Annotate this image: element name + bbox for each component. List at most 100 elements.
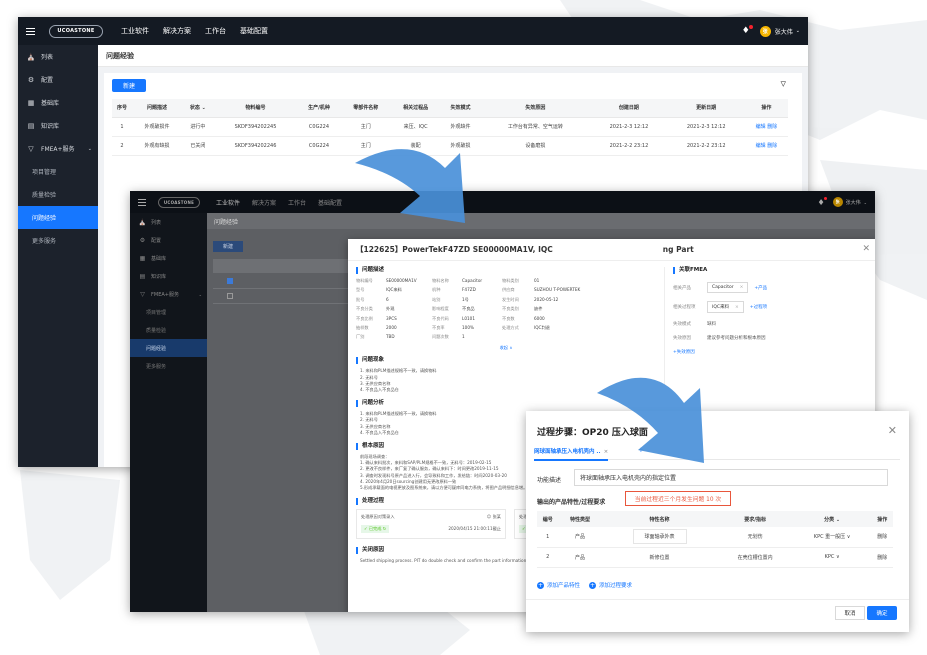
field-label: 影响程度: [432, 306, 449, 312]
sidebar-item-knowledge[interactable]: ▤ 知识库: [130, 267, 207, 285]
checkbox[interactable]: [227, 293, 233, 299]
status-badge: 进行中: [181, 117, 214, 137]
nav-item-solutions[interactable]: 解决方案: [163, 26, 191, 36]
sidebar-item-quality[interactable]: 质量检验: [130, 321, 207, 339]
product-tag[interactable]: Capacitor ×: [707, 282, 749, 293]
sidebar-item-list[interactable]: ⛪ 列表: [130, 213, 207, 231]
sidebar-item-experience[interactable]: 问题经验: [130, 339, 207, 357]
avatar[interactable]: 张: [759, 25, 771, 37]
issue-count-alert[interactable]: 当前过程近三个月发生问题 10 次: [625, 491, 731, 506]
user-name[interactable]: 张大伟: [775, 27, 793, 36]
field-value: 2000: [386, 324, 397, 330]
table-row[interactable]: 1 产品 球面轴承外表 无划伤 KPC 重一般压 ∨ 删除: [537, 527, 893, 548]
col-created: 创建日期: [590, 99, 668, 118]
delete-link[interactable]: 删除: [871, 547, 893, 568]
add-product-link[interactable]: +产品: [754, 285, 767, 291]
name-input[interactable]: 球面轴承外表: [632, 529, 687, 545]
field-label: 处理方式: [502, 324, 519, 330]
add-process-requirement[interactable]: + 添加过程要求: [589, 581, 632, 589]
add-product-characteristic[interactable]: + 添加产品特性: [537, 581, 580, 589]
doc-icon: ▤: [139, 272, 146, 280]
class-select[interactable]: KPC ∨: [792, 547, 872, 568]
menu-icon[interactable]: [138, 198, 146, 206]
delete-link[interactable]: 删除: [767, 124, 777, 130]
sidebar-item-more[interactable]: 更多服务: [18, 229, 98, 252]
process-tag[interactable]: IQC来料 ×: [707, 301, 744, 313]
delete-link[interactable]: 删除: [767, 143, 777, 149]
plus-icon: +: [589, 581, 597, 589]
process-card[interactable]: 处理原因对策录入 ☺ 张某 ✓ 已完成 ↻ 2020/04/15 21:00:11…: [356, 509, 506, 540]
field-label: 问题次数: [432, 334, 449, 340]
col-status[interactable]: 状态 ⌄: [181, 99, 214, 118]
col-process: 相关过程品: [390, 99, 441, 118]
checkbox[interactable]: [227, 278, 233, 284]
field-label: 供应商: [502, 287, 515, 293]
sidebar-item-config[interactable]: ⚙ 配置: [130, 231, 207, 249]
field-label: 型号: [356, 287, 365, 293]
gear-icon: ⚙: [27, 75, 35, 84]
field-value: 缺件: [534, 306, 543, 312]
class-select[interactable]: KPC 重一般压 ∨: [792, 527, 872, 548]
requirement-label: 输出的产品特性/过程要求: [537, 499, 606, 506]
brand-logo[interactable]: UCOASTONE: [49, 24, 103, 38]
field-value: 不良品: [462, 306, 475, 312]
new-button[interactable]: 新建: [112, 79, 146, 92]
nav-item-industrial-software[interactable]: 工业软件: [216, 198, 240, 207]
sidebar-item-config[interactable]: ⚙ 配置: [18, 68, 98, 91]
menu-icon[interactable]: [26, 27, 35, 35]
chevron-down-icon: ⌄: [87, 145, 92, 152]
chevron-down-icon[interactable]: ⌄: [796, 28, 800, 34]
add-cause-link[interactable]: +失效原因: [673, 349, 695, 355]
sidebar-item-project[interactable]: 项目管理: [130, 303, 207, 321]
sidebar-item-experience[interactable]: 问题经验: [18, 206, 98, 229]
fmea-cause-add-row: +失效原因: [673, 349, 869, 355]
bell-icon[interactable]: ♦: [742, 25, 753, 36]
col-desc: 问题描述: [131, 99, 182, 118]
nav-item-workbench[interactable]: 工作台: [205, 26, 226, 36]
nav-item-base-config[interactable]: 基础配置: [318, 198, 342, 207]
shield-icon: ▽: [28, 144, 34, 153]
col-no: 序号: [112, 99, 132, 118]
field-value: 1: [462, 334, 465, 340]
sidebar-item-fmea[interactable]: ▽ FMEA+服务 ⌄: [130, 285, 207, 303]
brand-logo[interactable]: UCOASTONE: [158, 196, 200, 208]
edit-link[interactable]: 编辑: [756, 124, 766, 130]
fmea-mode-row: 失效模式 缺料: [673, 322, 716, 327]
field-label: 批号: [356, 296, 365, 302]
sidebar-item-quality[interactable]: 质量检验: [18, 183, 98, 206]
grid-icon: ▦: [139, 254, 146, 262]
table-row[interactable]: 2 产品 新修位置 在壳位槽位置内 KPC ∨ 删除: [537, 547, 893, 568]
status-badge: 已关闭: [181, 136, 214, 156]
close-icon[interactable]: ✕: [888, 424, 897, 437]
field-value: F47ZD: [462, 287, 476, 293]
section-title-fmea: 关联FMEA: [673, 267, 869, 274]
nav-item-industrial-software[interactable]: 工业软件: [121, 26, 149, 36]
shield-icon: ▽: [140, 290, 145, 298]
gear-icon: ⚙: [139, 236, 146, 244]
ok-button[interactable]: 确定: [867, 606, 897, 620]
sidebar-item-base-library[interactable]: ▦ 基础库: [130, 249, 207, 267]
new-button[interactable]: 新建: [213, 241, 243, 252]
cancel-button[interactable]: 取消: [835, 606, 865, 620]
sidebar-item-list[interactable]: ⛪ 列表: [18, 45, 98, 68]
sidebar-item-knowledge[interactable]: ▤ 知识库: [18, 114, 98, 137]
bell-icon[interactable]: ♦: [817, 196, 827, 207]
edit-link[interactable]: 编辑: [756, 143, 766, 149]
sidebar-item-more[interactable]: 更多服务: [130, 357, 207, 375]
sidebar-item-base-library[interactable]: ▦ 基础库: [18, 91, 98, 114]
add-process-link[interactable]: +过程项: [750, 304, 767, 310]
nav-item-solutions[interactable]: 解决方案: [252, 198, 276, 207]
chevron-down-icon[interactable]: ⌄: [864, 200, 867, 205]
filter-icon[interactable]: ▿: [780, 77, 786, 90]
collapse-link[interactable]: 收起 ∧: [356, 345, 656, 351]
close-icon[interactable]: ✕: [862, 244, 870, 254]
nav-item-workbench[interactable]: 工作台: [288, 198, 306, 207]
sidebar-item-fmea[interactable]: ▽ FMEA+服务 ⌄: [18, 137, 98, 160]
user-name[interactable]: 张大伟: [846, 199, 861, 206]
sidebar-item-project[interactable]: 项目管理: [18, 160, 98, 183]
avatar[interactable]: 张: [832, 197, 843, 207]
delete-link[interactable]: 删除: [871, 527, 893, 548]
top-navbar: UCOASTONE 工业软件 解决方案 工作台 基础配置 ♦ 张 张大伟 ⌄: [130, 191, 875, 213]
nav-item-base-config[interactable]: 基础配置: [240, 26, 268, 36]
sidebar: ⛪ 列表 ⚙ 配置 ▦ 基础库 ▤ 知识库 ▽ FMEA+服务 ⌄ 项目管理 质量检验 问题…: [18, 45, 98, 467]
